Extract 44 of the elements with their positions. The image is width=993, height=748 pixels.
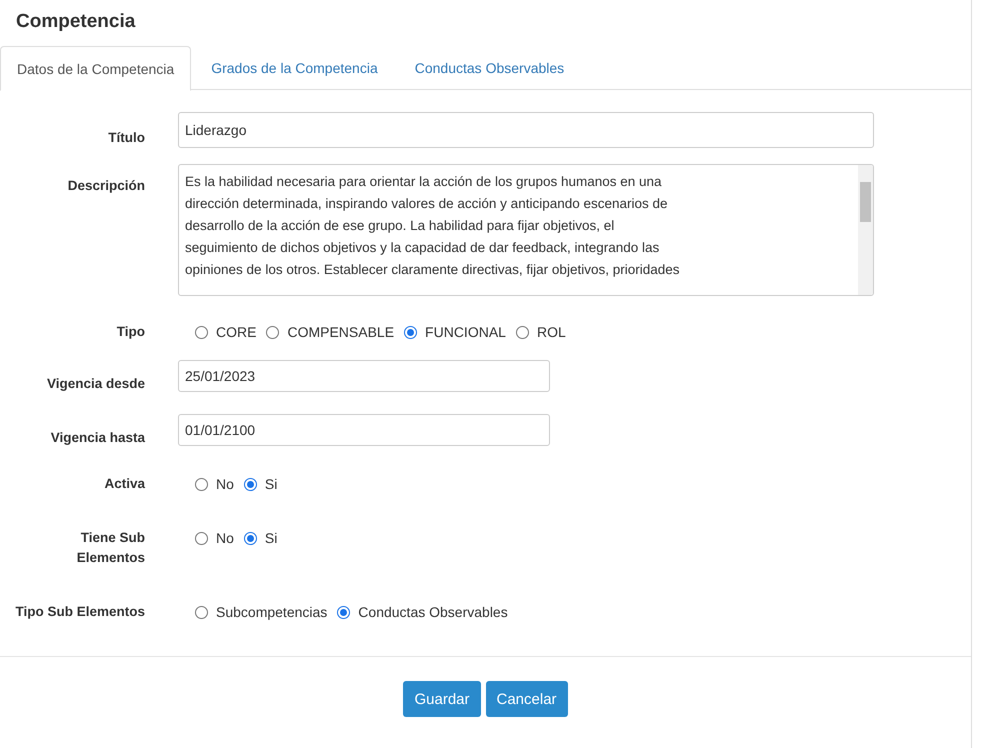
save-button[interactable]: Guardar: [403, 681, 480, 717]
scrollbar[interactable]: [858, 165, 873, 295]
radio-label[interactable]: Subcompetencias: [216, 602, 328, 622]
radio-label[interactable]: No: [216, 528, 234, 548]
tab[interactable]: Conductas Observables: [398, 46, 582, 90]
radio-label[interactable]: Conductas Observables: [358, 602, 508, 622]
field-label: Tipo: [116, 323, 145, 341]
page-title: Competencia: [15, 10, 136, 34]
radio-button[interactable]: [266, 326, 280, 338]
description-line: Es la habilidad necesaria para orientar la acción de los grupos humanos en una: [185, 173, 663, 191]
radio-label[interactable]: COMPENSABLE: [287, 322, 394, 342]
field-label: Vigencia desde: [46, 375, 145, 393]
radio-button[interactable]: [516, 326, 529, 338]
field-label: Descripción: [66, 177, 145, 195]
radio-button[interactable]: [195, 326, 208, 338]
radio-button[interactable]: [195, 532, 208, 544]
radio-label[interactable]: FUNCIONAL: [425, 322, 506, 342]
date-input[interactable]: 01/01/2100: [178, 414, 550, 446]
date-input[interactable]: 25/01/2023: [178, 360, 550, 392]
field-label: Tipo Sub Elementos: [14, 603, 145, 621]
field-label: Activa: [103, 475, 145, 493]
radio-button[interactable]: [244, 478, 257, 490]
tab[interactable]: Grados de la Competencia: [194, 46, 395, 90]
radio-label[interactable]: Si: [264, 474, 278, 494]
radio-button[interactable]: [404, 326, 418, 338]
tab[interactable]: Datos de la Competencia: [0, 46, 192, 91]
cancel-button[interactable]: Cancelar: [486, 681, 568, 717]
field-label: Vigencia hasta: [50, 429, 145, 447]
radio-button[interactable]: [244, 532, 257, 544]
radio-label[interactable]: ROL: [536, 322, 566, 342]
title-input[interactable]: Liderazgo: [178, 112, 874, 148]
radio-label[interactable]: Si: [264, 528, 278, 548]
radio-label[interactable]: No: [216, 474, 234, 494]
field-label: Tiene Sub Elementos: [76, 529, 145, 567]
description-line: opiniones de los otros. Establecer claramente directivas, fijar objetivos, prioridades: [185, 261, 680, 279]
description-line: desarrollo de la acción de ese grupo. La habilidad para fijar objetivos, el: [185, 217, 616, 235]
description-line: dirección determinada, inspirando valores de acción y anticipando escenarios de: [185, 195, 669, 213]
field-label: Título: [107, 129, 145, 147]
description-textarea[interactable]: [178, 164, 874, 296]
radio-button[interactable]: [195, 606, 208, 618]
radio-label[interactable]: CORE: [216, 322, 256, 342]
description-line: seguimiento de dichos objetivos y la capacidad de dar feedback, integrando las: [185, 239, 660, 257]
radio-button[interactable]: [337, 606, 350, 618]
radio-button[interactable]: [195, 478, 208, 490]
